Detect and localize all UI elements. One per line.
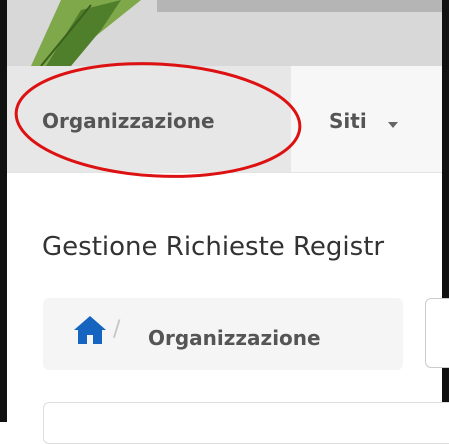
window-frame-left xyxy=(0,0,7,422)
titlebar-dark-strip xyxy=(157,0,442,12)
breadcrumb: / Organizzazione xyxy=(43,298,403,370)
breadcrumb-current: Organizzazione xyxy=(148,326,321,350)
annotation-circle xyxy=(14,62,302,178)
window-titlebar xyxy=(7,0,442,67)
chevron-down-icon xyxy=(388,122,398,128)
page-title: Gestione Richieste Registr xyxy=(42,232,385,262)
nav-item-siti[interactable]: Siti xyxy=(329,109,367,133)
breadcrumb-separator: / xyxy=(113,317,121,342)
content-panel xyxy=(43,402,449,444)
leaf-icon xyxy=(31,0,141,66)
home-icon[interactable] xyxy=(73,315,107,345)
toolbar-button[interactable] xyxy=(425,298,449,368)
